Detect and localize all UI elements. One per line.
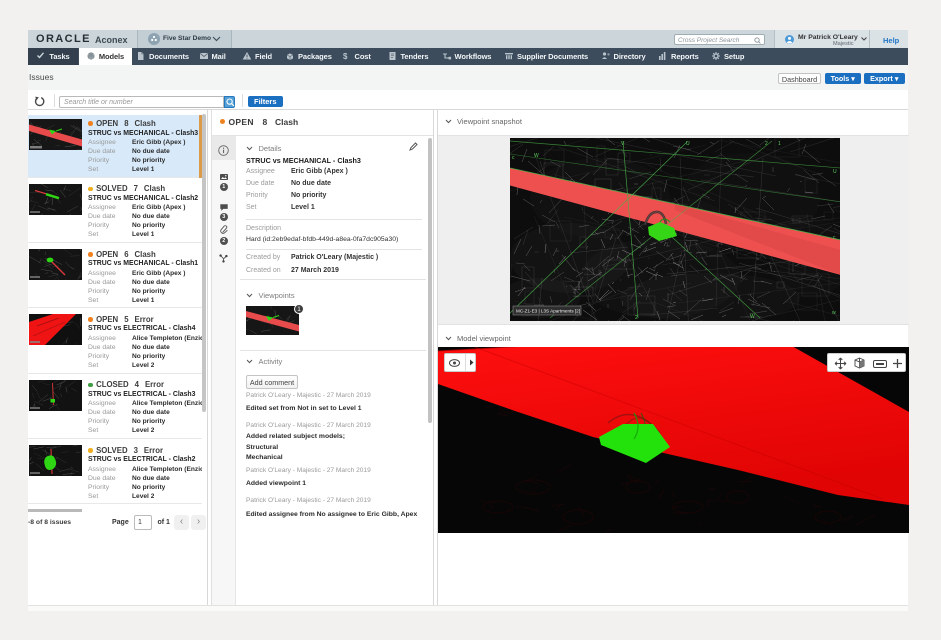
svg-text:W: W	[534, 153, 539, 159]
svg-text:W: W	[750, 314, 755, 320]
svg-text:$: $	[343, 52, 348, 61]
svg-text:U: U	[686, 141, 690, 147]
svg-text:1: 1	[778, 141, 781, 147]
svg-text:2: 2	[765, 141, 768, 147]
svg-text:U: U	[833, 169, 837, 175]
svg-text:2: 2	[635, 315, 638, 321]
svg-text:w: w	[832, 310, 836, 316]
svg-text:MC-Z1-E3 | L3S Apartments [2]: MC-Z1-E3 | L3S Apartments [2]	[516, 309, 580, 314]
